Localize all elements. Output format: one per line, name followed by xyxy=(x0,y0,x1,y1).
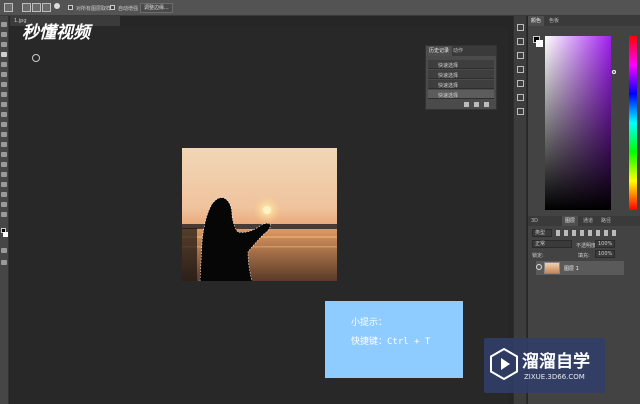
watermark: 溜溜自学 ZIXUE.3D66.COM xyxy=(484,338,605,393)
eyedropper-tool-icon[interactable] xyxy=(1,72,7,77)
history-tabbar: 历史记录 动作 xyxy=(426,46,496,56)
sample-all-layers-checkbox[interactable] xyxy=(68,5,73,10)
zoom-tool-icon[interactable] xyxy=(1,212,7,217)
tip-shortcut: 快捷键：Ctrl + T xyxy=(351,337,431,347)
marquee-tool-icon[interactable] xyxy=(1,32,7,37)
eraser-tool-icon[interactable] xyxy=(1,122,7,127)
history-row[interactable]: 快速选择 xyxy=(428,70,494,79)
tab-layers[interactable]: 图层 xyxy=(562,216,579,226)
layer-filter-icons[interactable] xyxy=(556,230,616,236)
color-field[interactable] xyxy=(545,36,611,210)
history-brush-icon[interactable] xyxy=(1,112,7,117)
layer-thumbnail xyxy=(544,262,560,274)
photo-image xyxy=(182,148,337,281)
character-panel-icon[interactable] xyxy=(517,66,524,73)
tab-channels[interactable]: 通道 xyxy=(580,216,596,226)
new-document-icon[interactable] xyxy=(464,102,469,107)
3d-panel-icon[interactable] xyxy=(517,108,524,115)
move-tool-icon[interactable] xyxy=(1,22,7,27)
tab-swatches[interactable]: 色板 xyxy=(546,16,562,26)
history-panel: 历史记录 动作 快速选择 快速选择 快速选择 快速选择 xyxy=(425,45,497,110)
hue-slider[interactable] xyxy=(629,36,637,210)
logo-text: 秒懂视频 xyxy=(22,23,90,43)
blend-mode-select[interactable]: 正常 xyxy=(532,240,572,248)
shape-tool-icon[interactable] xyxy=(1,192,7,197)
subtract-selection-icon[interactable] xyxy=(42,3,51,12)
canvas-photo[interactable] xyxy=(182,148,337,281)
hand-tool-icon[interactable] xyxy=(1,202,7,207)
new-selection-icon[interactable] xyxy=(22,3,31,12)
background-color-swatch[interactable] xyxy=(3,232,8,237)
brush-cursor-icon xyxy=(32,54,40,62)
quick-select-tool-icon[interactable] xyxy=(4,3,13,12)
brush-tool-icon[interactable] xyxy=(1,92,7,97)
paragraph-panel-icon[interactable] xyxy=(517,80,524,87)
actions-panel-icon[interactable] xyxy=(517,38,524,45)
refine-edge-button[interactable]: 调整边缘... xyxy=(140,3,173,13)
brush-panel-icon[interactable] xyxy=(517,52,524,59)
auto-enhance-checkbox[interactable] xyxy=(110,5,115,10)
type-tool-icon[interactable] xyxy=(1,172,7,177)
watermark-url: ZIXUE.3D66.COM xyxy=(524,373,585,381)
color-tabbar: 颜色 色板 xyxy=(528,16,640,26)
trash-icon[interactable] xyxy=(484,102,489,107)
dodge-tool-icon[interactable] xyxy=(1,152,7,157)
history-row-label: 快速选择 xyxy=(438,83,459,89)
crop-tool-icon[interactable] xyxy=(1,62,7,67)
fill-label: 填充: xyxy=(578,253,590,259)
eye-icon[interactable] xyxy=(536,264,542,270)
history-row-label: 快速选择 xyxy=(438,93,459,99)
tab-actions[interactable]: 动作 xyxy=(450,46,466,56)
auto-enhance-label: 自动增强 xyxy=(118,6,139,12)
path-selection-icon[interactable] xyxy=(1,182,7,187)
background-color-icon[interactable] xyxy=(536,40,543,47)
tab-history[interactable]: 历史记录 xyxy=(426,46,453,56)
snapshot-icon[interactable] xyxy=(474,102,479,107)
sample-all-layers-label: 对所有图层取样 xyxy=(76,6,112,12)
quick-mask-icon[interactable] xyxy=(1,248,7,253)
gradient-tool-icon[interactable] xyxy=(1,132,7,137)
tab-3d[interactable]: 3D xyxy=(528,216,541,226)
layer-name: 图层 1 xyxy=(564,266,579,272)
color-picker-marker[interactable] xyxy=(612,70,616,74)
tip-box: 小提示： 快捷键：Ctrl + T xyxy=(325,301,463,378)
screen-mode-icon[interactable] xyxy=(1,260,7,265)
lasso-tool-icon[interactable] xyxy=(1,42,7,47)
watermark-title: 溜溜自学 xyxy=(522,352,590,372)
watermark-play-icon xyxy=(490,348,518,380)
fill-input[interactable]: 100% xyxy=(595,250,615,258)
pen-tool-icon[interactable] xyxy=(1,162,7,167)
history-row[interactable]: 快速选择 xyxy=(428,80,494,89)
opacity-input[interactable]: 100% xyxy=(595,240,615,248)
tab-paths[interactable]: 路径 xyxy=(598,216,614,226)
tab-color[interactable]: 颜色 xyxy=(528,16,545,26)
options-bar: 对所有图层取样 自动增强 调整边缘... xyxy=(0,0,640,16)
healing-brush-icon[interactable] xyxy=(1,82,7,87)
layer-kind-select[interactable]: 类型 xyxy=(532,229,552,237)
quick-selection-tool-icon[interactable] xyxy=(1,52,7,57)
history-row-label: 快速选择 xyxy=(438,73,459,79)
lock-label: 锁定: xyxy=(532,253,544,259)
info-panel-icon[interactable] xyxy=(517,94,524,101)
brush-size-icon[interactable] xyxy=(54,3,60,9)
history-panel-icon[interactable] xyxy=(517,24,524,31)
history-row[interactable]: 快速选择 xyxy=(428,90,494,99)
tools-panel xyxy=(0,16,9,404)
history-row-label: 快速选择 xyxy=(438,63,459,69)
history-row[interactable]: 快速选择 xyxy=(428,60,494,69)
add-selection-icon[interactable] xyxy=(32,3,41,12)
blur-tool-icon[interactable] xyxy=(1,142,7,147)
tab-layers-label-group xyxy=(542,216,548,226)
layer-row[interactable]: 图层 1 xyxy=(536,261,624,275)
clone-stamp-icon[interactable] xyxy=(1,102,7,107)
layers-tabbar: 3D 图层 通道 路径 xyxy=(528,216,640,226)
tip-title: 小提示： xyxy=(351,318,388,328)
